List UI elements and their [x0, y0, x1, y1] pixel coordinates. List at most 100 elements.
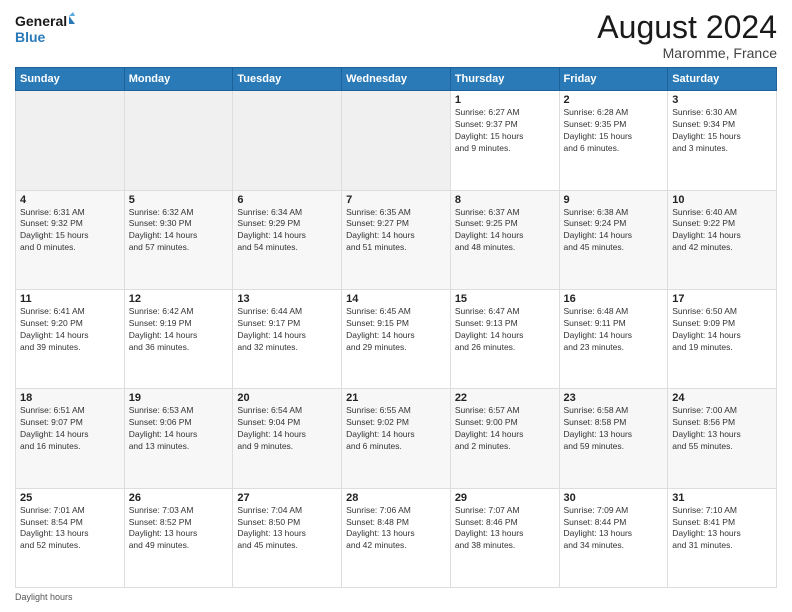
svg-text:General: General: [15, 13, 67, 29]
day-info: Sunrise: 6:35 AM Sunset: 9:27 PM Dayligh…: [346, 207, 446, 255]
calendar-cell: 28Sunrise: 7:06 AM Sunset: 8:48 PM Dayli…: [342, 488, 451, 587]
weekday-header: Sunday: [16, 68, 125, 91]
calendar-cell: 29Sunrise: 7:07 AM Sunset: 8:46 PM Dayli…: [450, 488, 559, 587]
calendar-cell: 30Sunrise: 7:09 AM Sunset: 8:44 PM Dayli…: [559, 488, 668, 587]
day-number: 30: [564, 492, 664, 504]
calendar-week-row: 11Sunrise: 6:41 AM Sunset: 9:20 PM Dayli…: [16, 289, 777, 388]
day-info: Sunrise: 6:42 AM Sunset: 9:19 PM Dayligh…: [129, 306, 229, 354]
calendar-cell: 2Sunrise: 6:28 AM Sunset: 9:35 PM Daylig…: [559, 91, 668, 190]
weekday-header: Friday: [559, 68, 668, 91]
day-info: Sunrise: 6:55 AM Sunset: 9:02 PM Dayligh…: [346, 405, 446, 453]
day-info: Sunrise: 6:30 AM Sunset: 9:34 PM Dayligh…: [672, 107, 772, 155]
day-number: 21: [346, 392, 446, 404]
logo-svg: General Blue: [15, 10, 75, 48]
calendar-cell: 6Sunrise: 6:34 AM Sunset: 9:29 PM Daylig…: [233, 190, 342, 289]
day-number: 8: [455, 194, 555, 206]
logo: General Blue: [15, 10, 75, 48]
calendar-cell: 5Sunrise: 6:32 AM Sunset: 9:30 PM Daylig…: [124, 190, 233, 289]
day-info: Sunrise: 6:57 AM Sunset: 9:00 PM Dayligh…: [455, 405, 555, 453]
calendar-week-row: 4Sunrise: 6:31 AM Sunset: 9:32 PM Daylig…: [16, 190, 777, 289]
day-info: Sunrise: 6:58 AM Sunset: 8:58 PM Dayligh…: [564, 405, 664, 453]
day-number: 5: [129, 194, 229, 206]
day-info: Sunrise: 6:28 AM Sunset: 9:35 PM Dayligh…: [564, 107, 664, 155]
day-number: 13: [237, 293, 337, 305]
calendar-table: SundayMondayTuesdayWednesdayThursdayFrid…: [15, 67, 777, 588]
weekday-header-row: SundayMondayTuesdayWednesdayThursdayFrid…: [16, 68, 777, 91]
day-number: 16: [564, 293, 664, 305]
calendar-cell: 9Sunrise: 6:38 AM Sunset: 9:24 PM Daylig…: [559, 190, 668, 289]
day-number: 31: [672, 492, 772, 504]
day-number: 17: [672, 293, 772, 305]
day-number: 14: [346, 293, 446, 305]
calendar-cell: [124, 91, 233, 190]
calendar-week-row: 25Sunrise: 7:01 AM Sunset: 8:54 PM Dayli…: [16, 488, 777, 587]
calendar-cell: 13Sunrise: 6:44 AM Sunset: 9:17 PM Dayli…: [233, 289, 342, 388]
day-number: 3: [672, 94, 772, 106]
day-info: Sunrise: 7:00 AM Sunset: 8:56 PM Dayligh…: [672, 405, 772, 453]
calendar-cell: 27Sunrise: 7:04 AM Sunset: 8:50 PM Dayli…: [233, 488, 342, 587]
calendar-cell: 22Sunrise: 6:57 AM Sunset: 9:00 PM Dayli…: [450, 389, 559, 488]
svg-text:Blue: Blue: [15, 29, 46, 45]
day-info: Sunrise: 6:31 AM Sunset: 9:32 PM Dayligh…: [20, 207, 120, 255]
day-number: 20: [237, 392, 337, 404]
weekday-header: Thursday: [450, 68, 559, 91]
calendar-cell: 4Sunrise: 6:31 AM Sunset: 9:32 PM Daylig…: [16, 190, 125, 289]
day-number: 26: [129, 492, 229, 504]
calendar-cell: [16, 91, 125, 190]
day-info: Sunrise: 6:38 AM Sunset: 9:24 PM Dayligh…: [564, 207, 664, 255]
day-info: Sunrise: 6:47 AM Sunset: 9:13 PM Dayligh…: [455, 306, 555, 354]
calendar-cell: 1Sunrise: 6:27 AM Sunset: 9:37 PM Daylig…: [450, 91, 559, 190]
calendar-cell: 14Sunrise: 6:45 AM Sunset: 9:15 PM Dayli…: [342, 289, 451, 388]
calendar-cell: 24Sunrise: 7:00 AM Sunset: 8:56 PM Dayli…: [668, 389, 777, 488]
day-info: Sunrise: 7:09 AM Sunset: 8:44 PM Dayligh…: [564, 505, 664, 553]
day-info: Sunrise: 6:32 AM Sunset: 9:30 PM Dayligh…: [129, 207, 229, 255]
calendar-cell: [342, 91, 451, 190]
header: General Blue August 2024 Maromme, France: [15, 10, 777, 61]
calendar-week-row: 1Sunrise: 6:27 AM Sunset: 9:37 PM Daylig…: [16, 91, 777, 190]
daylight-label: Daylight hours: [15, 592, 73, 602]
weekday-header: Wednesday: [342, 68, 451, 91]
calendar-cell: 3Sunrise: 6:30 AM Sunset: 9:34 PM Daylig…: [668, 91, 777, 190]
day-info: Sunrise: 6:34 AM Sunset: 9:29 PM Dayligh…: [237, 207, 337, 255]
day-number: 28: [346, 492, 446, 504]
calendar-cell: 12Sunrise: 6:42 AM Sunset: 9:19 PM Dayli…: [124, 289, 233, 388]
calendar-cell: 11Sunrise: 6:41 AM Sunset: 9:20 PM Dayli…: [16, 289, 125, 388]
calendar-cell: 15Sunrise: 6:47 AM Sunset: 9:13 PM Dayli…: [450, 289, 559, 388]
day-info: Sunrise: 7:03 AM Sunset: 8:52 PM Dayligh…: [129, 505, 229, 553]
day-number: 15: [455, 293, 555, 305]
day-number: 24: [672, 392, 772, 404]
calendar-cell: 18Sunrise: 6:51 AM Sunset: 9:07 PM Dayli…: [16, 389, 125, 488]
day-number: 22: [455, 392, 555, 404]
day-info: Sunrise: 6:45 AM Sunset: 9:15 PM Dayligh…: [346, 306, 446, 354]
weekday-header: Tuesday: [233, 68, 342, 91]
day-number: 7: [346, 194, 446, 206]
day-number: 12: [129, 293, 229, 305]
day-info: Sunrise: 6:37 AM Sunset: 9:25 PM Dayligh…: [455, 207, 555, 255]
day-number: 6: [237, 194, 337, 206]
day-number: 11: [20, 293, 120, 305]
weekday-header: Monday: [124, 68, 233, 91]
day-info: Sunrise: 7:04 AM Sunset: 8:50 PM Dayligh…: [237, 505, 337, 553]
calendar-cell: 17Sunrise: 6:50 AM Sunset: 9:09 PM Dayli…: [668, 289, 777, 388]
title-block: August 2024 Maromme, France: [597, 10, 777, 61]
day-info: Sunrise: 6:41 AM Sunset: 9:20 PM Dayligh…: [20, 306, 120, 354]
calendar-cell: 31Sunrise: 7:10 AM Sunset: 8:41 PM Dayli…: [668, 488, 777, 587]
calendar-week-row: 18Sunrise: 6:51 AM Sunset: 9:07 PM Dayli…: [16, 389, 777, 488]
day-number: 23: [564, 392, 664, 404]
day-info: Sunrise: 6:54 AM Sunset: 9:04 PM Dayligh…: [237, 405, 337, 453]
calendar-cell: 25Sunrise: 7:01 AM Sunset: 8:54 PM Dayli…: [16, 488, 125, 587]
calendar-cell: 16Sunrise: 6:48 AM Sunset: 9:11 PM Dayli…: [559, 289, 668, 388]
day-number: 2: [564, 94, 664, 106]
weekday-header: Saturday: [668, 68, 777, 91]
page: General Blue August 2024 Maromme, France…: [0, 0, 792, 612]
calendar-cell: 8Sunrise: 6:37 AM Sunset: 9:25 PM Daylig…: [450, 190, 559, 289]
day-number: 19: [129, 392, 229, 404]
day-info: Sunrise: 6:44 AM Sunset: 9:17 PM Dayligh…: [237, 306, 337, 354]
day-info: Sunrise: 6:53 AM Sunset: 9:06 PM Dayligh…: [129, 405, 229, 453]
month-title: August 2024: [597, 10, 777, 45]
calendar-cell: 20Sunrise: 6:54 AM Sunset: 9:04 PM Dayli…: [233, 389, 342, 488]
day-number: 18: [20, 392, 120, 404]
subtitle: Maromme, France: [597, 45, 777, 61]
day-info: Sunrise: 6:27 AM Sunset: 9:37 PM Dayligh…: [455, 107, 555, 155]
day-number: 25: [20, 492, 120, 504]
